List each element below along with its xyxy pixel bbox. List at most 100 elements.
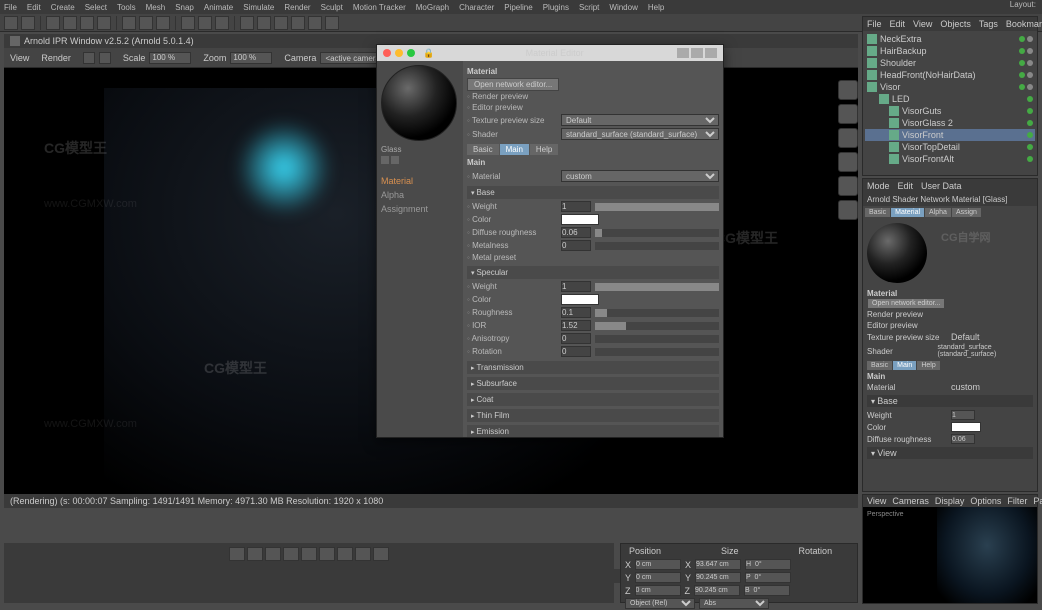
nav-back-button[interactable] xyxy=(677,48,689,58)
base-weight-slider[interactable] xyxy=(595,203,719,211)
ipr-pause-button[interactable] xyxy=(99,52,111,64)
metalness-slider[interactable] xyxy=(595,242,719,250)
obj-item-shoulder[interactable]: Shoulder xyxy=(865,57,1035,69)
obj-item-visorfront[interactable]: VisorFront xyxy=(865,129,1035,141)
metalness-input[interactable] xyxy=(561,240,591,251)
diffuse-roughness-slider[interactable] xyxy=(595,229,719,237)
attr-diffuse-roughness-slider[interactable] xyxy=(979,436,1033,443)
tool-select[interactable] xyxy=(46,16,60,30)
attr-tab-basic[interactable]: Basic xyxy=(865,208,890,217)
menu-sculpt[interactable]: Sculpt xyxy=(321,3,343,12)
spec-roughness-input[interactable] xyxy=(561,307,591,318)
zoom-input[interactable] xyxy=(230,52,272,64)
spec-weight-slider[interactable] xyxy=(595,283,719,291)
thin-film-section-header[interactable]: Thin Film xyxy=(467,409,719,422)
scale-input[interactable] xyxy=(149,52,191,64)
tool-rotate[interactable] xyxy=(97,16,111,30)
attr-base-section[interactable]: ▾ Base xyxy=(867,395,1033,407)
camera-button[interactable] xyxy=(308,16,322,30)
base-color-swatch[interactable] xyxy=(561,214,599,225)
coord-x-rot[interactable] xyxy=(745,559,791,570)
attr-shader-tab-main[interactable]: Main xyxy=(893,361,916,370)
coat-section-header[interactable]: Coat xyxy=(467,393,719,406)
window-zoom-button[interactable] xyxy=(407,49,415,57)
coord-y-rot[interactable] xyxy=(745,572,791,583)
diffuse-roughness-input[interactable] xyxy=(561,227,591,238)
menu-animate[interactable]: Animate xyxy=(204,3,233,12)
coord-x-size[interactable] xyxy=(695,559,741,570)
render-settings-button[interactable] xyxy=(215,16,229,30)
obj-item-hairbackup[interactable]: HairBackup xyxy=(865,45,1035,57)
tool-move[interactable] xyxy=(63,16,77,30)
preview-mode-icon[interactable] xyxy=(381,156,389,164)
timeline-goto-end[interactable] xyxy=(337,547,353,561)
material-tab-alpha[interactable]: Alpha xyxy=(381,188,459,202)
spec-rotation-input[interactable] xyxy=(561,346,591,357)
shader-tab-help[interactable]: Help xyxy=(530,144,558,155)
coord-size-mode-select[interactable]: Abs xyxy=(699,598,769,609)
material-tab-assignment[interactable]: Assignment xyxy=(381,202,459,216)
undo-button[interactable] xyxy=(4,16,18,30)
obj-item-headfront[interactable]: HeadFront(NoHairData) xyxy=(865,69,1035,81)
attr-mode[interactable]: Mode xyxy=(867,181,890,191)
timeline-prev-frame[interactable] xyxy=(265,547,281,561)
spec-color-swatch[interactable] xyxy=(561,294,599,305)
attr-shader-tab-basic[interactable]: Basic xyxy=(867,361,892,370)
spec-roughness-slider[interactable] xyxy=(595,309,719,317)
attr-open-network-button[interactable]: Open network editor... xyxy=(867,298,945,309)
material-preview-sphere[interactable] xyxy=(381,65,457,141)
menu-plugins[interactable]: Plugins xyxy=(543,3,569,12)
obj-item-visorguts[interactable]: VisorGuts xyxy=(865,105,1035,117)
attr-color-swatch[interactable] xyxy=(951,422,981,432)
timeline-next-frame[interactable] xyxy=(301,547,317,561)
ipr-render-menu[interactable]: Render xyxy=(41,53,71,63)
edge-mode-icon[interactable] xyxy=(838,128,858,148)
menu-select[interactable]: Select xyxy=(85,3,107,12)
attr-tab-material[interactable]: Material xyxy=(891,208,924,217)
coord-y-pos[interactable] xyxy=(635,572,681,583)
attr-weight-input[interactable] xyxy=(951,410,975,420)
texture-preview-size-select[interactable]: Default xyxy=(561,114,719,126)
coord-y-size[interactable] xyxy=(695,572,741,583)
object-mode-icon[interactable] xyxy=(838,200,858,220)
open-network-editor-button[interactable]: Open network editor... xyxy=(467,78,559,91)
menu-mesh[interactable]: Mesh xyxy=(146,3,166,12)
window-minimize-button[interactable] xyxy=(395,49,403,57)
timeline-next-key[interactable] xyxy=(319,547,335,561)
attr-userdata[interactable]: User Data xyxy=(921,181,962,191)
om-tags[interactable]: Tags xyxy=(979,19,998,29)
polygon-mode-icon[interactable] xyxy=(838,152,858,172)
spec-ior-slider[interactable] xyxy=(595,322,719,330)
timeline-goto-start[interactable] xyxy=(229,547,245,561)
menu-file[interactable]: File xyxy=(4,3,17,12)
coord-z-pos[interactable] xyxy=(635,585,681,596)
base-weight-input[interactable] xyxy=(561,201,591,212)
menu-character[interactable]: Character xyxy=(459,3,494,12)
generator-button[interactable] xyxy=(274,16,288,30)
menu-tools[interactable]: Tools xyxy=(117,3,136,12)
menu-render[interactable]: Render xyxy=(284,3,310,12)
om-edit[interactable]: Edit xyxy=(890,19,906,29)
spec-ior-input[interactable] xyxy=(561,320,591,331)
window-close-button[interactable] xyxy=(383,49,391,57)
material-mode-select[interactable]: custom xyxy=(561,170,719,182)
menu-edit[interactable]: Edit xyxy=(27,3,41,12)
nav-up-button[interactable] xyxy=(705,48,717,58)
render-button[interactable] xyxy=(181,16,195,30)
obj-item-visor[interactable]: Visor xyxy=(865,81,1035,93)
redo-button[interactable] xyxy=(21,16,35,30)
attr-weight-slider[interactable] xyxy=(979,412,1033,419)
om-objects[interactable]: Objects xyxy=(940,19,971,29)
timeline-play[interactable] xyxy=(283,547,299,561)
attr-shader-tab-help[interactable]: Help xyxy=(917,361,939,370)
shader-select[interactable]: standard_surface (standard_surface) xyxy=(561,128,719,140)
timeline-prev-key[interactable] xyxy=(247,547,263,561)
menu-script[interactable]: Script xyxy=(579,3,599,12)
render-region-button[interactable] xyxy=(198,16,212,30)
nav-forward-button[interactable] xyxy=(691,48,703,58)
emission-section-header[interactable]: Emission xyxy=(467,425,719,437)
point-mode-icon[interactable] xyxy=(838,104,858,124)
object-list[interactable]: NeckExtra HairBackup Shoulder HeadFront(… xyxy=(863,31,1037,167)
shader-tab-main[interactable]: Main xyxy=(500,144,529,155)
attr-tab-alpha[interactable]: Alpha xyxy=(925,208,951,217)
